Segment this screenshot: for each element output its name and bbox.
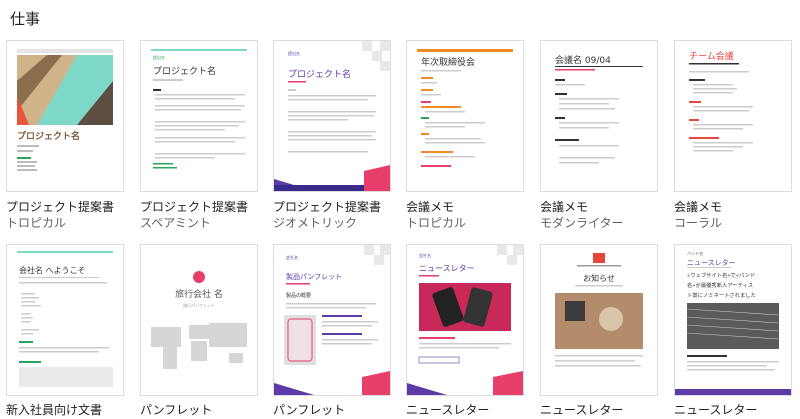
- template-style: ジオメトリック: [273, 216, 358, 230]
- preview-heading: チーム会議: [689, 50, 734, 62]
- preview-heading: ニュースレター: [419, 264, 475, 273]
- template-style: スペアミント: [140, 216, 211, 230]
- preview-heading: 年次取締役会: [421, 56, 475, 68]
- template-name: 新入社員向け文書: [6, 403, 103, 417]
- preview-heading: プロジェクト名: [288, 68, 351, 80]
- svg-text:名»が最優秀新人アーティス: 名»が最優秀新人アーティス: [687, 281, 753, 289]
- preview-heading: 会社名 へようこそ: [19, 265, 86, 275]
- svg-text:バンド名: バンド名: [687, 250, 703, 256]
- template-thumbnail[interactable]: 提出先 プロジェクト名: [140, 40, 258, 192]
- svg-text:会社名: 会社名: [286, 254, 298, 260]
- template-thumbnail[interactable]: 提出先 プロジェクト名: [273, 40, 391, 192]
- template-thumbnail[interactable]: 会社名 製品パンフレット 製品の概要: [273, 244, 391, 396]
- template-name: プロジェクト提案書: [6, 200, 115, 214]
- template-thumbnail[interactable]: 会社名 ニュースレター: [406, 244, 524, 396]
- template-style: モダンライター: [540, 216, 624, 230]
- template-thumbnail[interactable]: 年次取締役会: [406, 40, 524, 192]
- template-style: コーラル: [674, 216, 723, 230]
- svg-text:会社名: 会社名: [419, 252, 431, 258]
- preview-heading: お知らせ: [583, 273, 615, 283]
- preview-heading: 旅行会社 名: [175, 288, 223, 300]
- template-name: ニュースレター: [674, 403, 758, 417]
- section-title: 仕事: [10, 10, 41, 28]
- template-name: ニュースレター: [540, 403, 624, 417]
- preview-heading: ニュースレター: [687, 258, 736, 267]
- template-style: トロピカル: [6, 216, 67, 230]
- preview-heading: 会議名 09/04: [555, 54, 611, 66]
- template-style: トロピカル: [406, 216, 467, 230]
- template-thumbnail[interactable]: お知らせ: [540, 244, 658, 396]
- template-thumbnail[interactable]: 会社名 へようこそ: [6, 244, 124, 396]
- svg-text:ト賞にノミネートされました: ト賞にノミネートされました: [687, 291, 756, 299]
- template-name: 会議メモ: [540, 200, 589, 214]
- template-thumbnail[interactable]: プロジェクト名: [6, 40, 124, 192]
- template-name: パンフレット: [140, 403, 213, 417]
- template-thumbnail[interactable]: チーム会議: [674, 40, 792, 192]
- template-name: プロジェクト提案書: [140, 200, 249, 214]
- preview-sub: 製品の概要: [286, 292, 311, 299]
- template-thumbnail[interactable]: 旅行会社 名 旅行パンフレット: [140, 244, 258, 396]
- preview-heading: プロジェクト名: [17, 130, 80, 142]
- svg-text:提出先: 提出先: [288, 50, 300, 56]
- template-thumbnail[interactable]: バンド名 ニュースレター «ウェブサイト名»で«バンド 名»が最優秀新人アーティ…: [674, 244, 792, 396]
- svg-text:提出先: 提出先: [153, 54, 165, 60]
- template-name: 会議メモ: [674, 200, 723, 214]
- preview-sub: 旅行パンフレット: [183, 302, 215, 308]
- preview-heading: プロジェクト名: [153, 65, 216, 77]
- template-name: 会議メモ: [406, 200, 455, 214]
- template-name: プロジェクト提案書: [273, 200, 382, 214]
- template-thumbnail[interactable]: 会議名 09/04: [540, 40, 658, 192]
- template-name: ニュースレター: [406, 403, 490, 417]
- preview-heading: 製品パンフレット: [286, 272, 342, 281]
- svg-text:«ウェブサイト名»で«バンド: «ウェブサイト名»で«バンド: [687, 271, 755, 279]
- template-name: パンフレット: [273, 403, 346, 417]
